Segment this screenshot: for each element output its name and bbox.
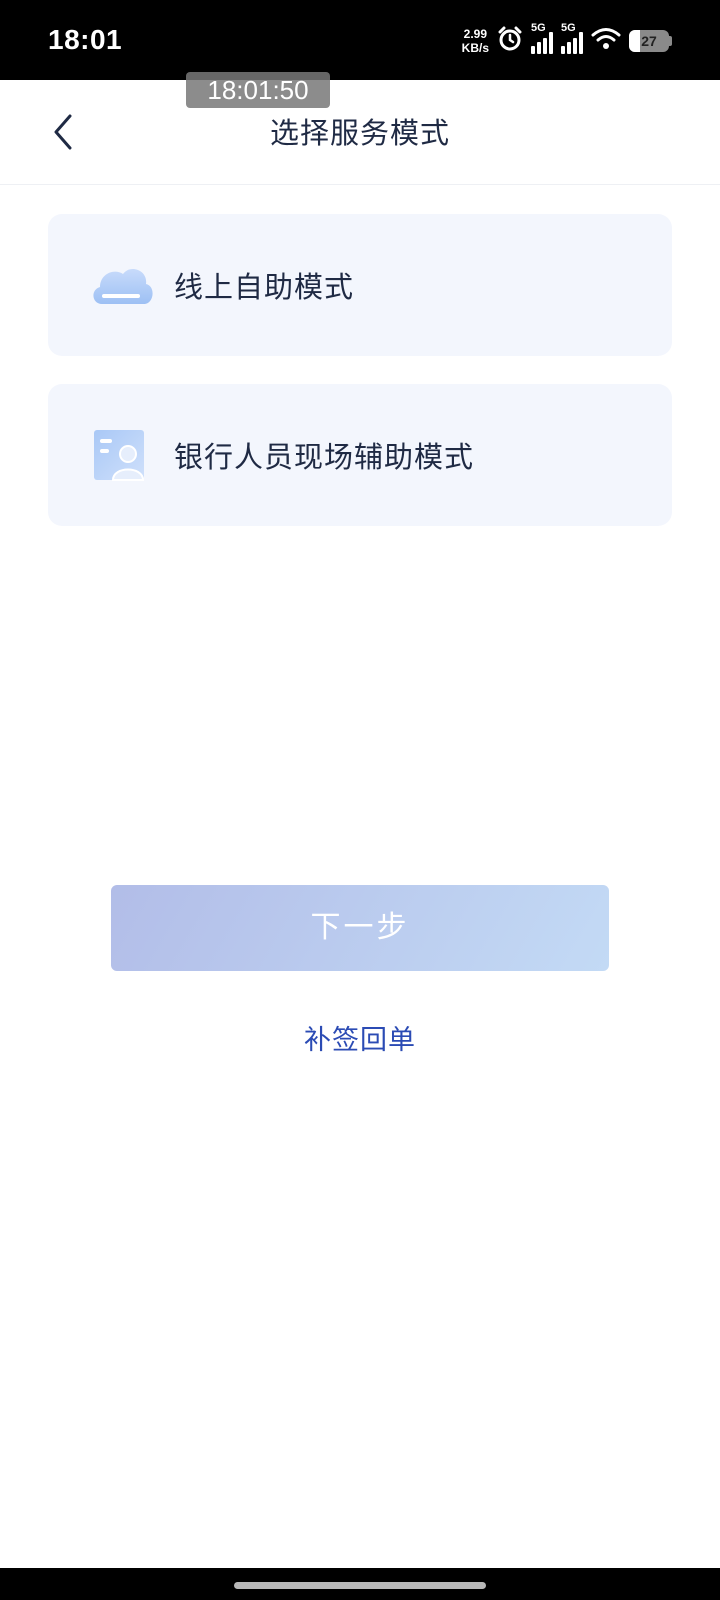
signal-icon-sim2: 5G: [561, 22, 583, 54]
battery-level: 27: [641, 33, 657, 49]
network-speed: 2.99 KB/s: [462, 27, 489, 55]
signal-icon-sim1: 5G: [531, 22, 553, 54]
sim1-label: 5G: [531, 22, 546, 34]
timestamp-overlay: 18:01:50: [186, 72, 330, 108]
battery-body: 27: [629, 30, 669, 52]
status-bar: 18:01 2.99 KB/s 5G 5G 27: [0, 0, 720, 80]
alarm-icon: [497, 26, 523, 56]
home-indicator[interactable]: [234, 1582, 486, 1589]
option-label-online-self-service: 线上自助模式: [174, 270, 355, 304]
option-card-staff-assisted[interactable]: 银行人员现场辅助模式: [48, 384, 672, 526]
wifi-icon: [591, 27, 621, 55]
cloud-icon: [88, 250, 158, 320]
system-nav-bar: [0, 1568, 720, 1600]
battery-icon: 27: [629, 30, 672, 52]
battery-tip: [669, 36, 672, 46]
option-label-staff-assisted: 银行人员现场辅助模式: [174, 440, 475, 474]
staff-card-icon: [88, 420, 158, 490]
next-step-button[interactable]: 下一步: [111, 885, 609, 971]
network-speed-value: 2.99: [463, 27, 487, 41]
resign-receipt-link[interactable]: 补签回单: [0, 1018, 720, 1057]
sim2-label: 5G: [561, 22, 576, 34]
page-title: 选择服务模式: [269, 116, 450, 150]
option-card-online-self-service[interactable]: 线上自助模式: [48, 214, 672, 356]
network-speed-unit: KB/s: [461, 41, 489, 55]
status-icons: 2.99 KB/s 5G 5G 27: [462, 22, 672, 56]
status-time: 18:01: [48, 24, 123, 55]
header-bar: 选择服务模式: [0, 80, 720, 185]
